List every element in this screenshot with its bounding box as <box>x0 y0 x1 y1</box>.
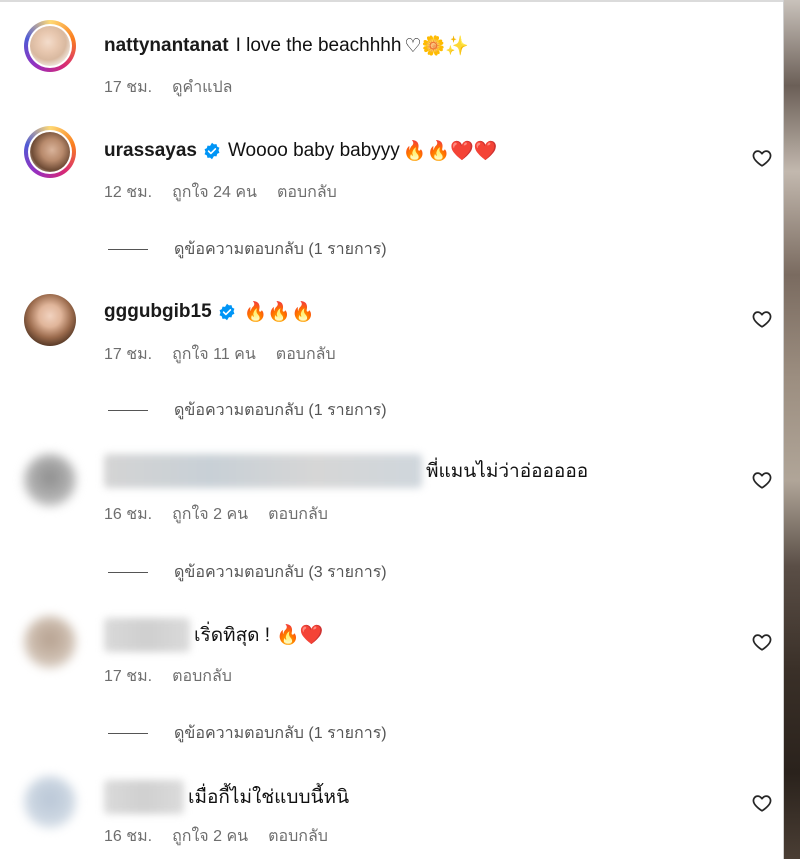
likes-count[interactable]: ถูกใจ 24 คน <box>172 180 257 205</box>
reply-button[interactable]: ตอบกลับ <box>172 664 232 689</box>
reply-button[interactable]: ตอบกลับ <box>277 180 337 205</box>
avatar[interactable] <box>24 294 76 346</box>
avatar[interactable] <box>24 20 76 72</box>
replies-divider <box>108 410 148 411</box>
avatar[interactable] <box>24 776 76 828</box>
background-photo-strip <box>784 0 800 859</box>
comment-emoji: 🔥🔥❤️❤️ <box>402 141 498 162</box>
comment-time: 16 ชม. <box>104 828 153 845</box>
heart-outline-icon[interactable] <box>751 308 773 330</box>
replies-divider <box>108 733 148 734</box>
view-replies-label: ดูข้อความตอบกลับ (1 รายการ) <box>174 402 387 419</box>
comment-time: 17 ชม. <box>104 668 153 685</box>
reply-button[interactable]: ตอบกลับ <box>276 342 336 367</box>
view-replies-button[interactable]: ดูข้อความตอบกลับ (3 รายการ) <box>108 560 387 585</box>
heart-outline-icon[interactable] <box>751 469 773 491</box>
comment-username[interactable]: nattynantanat <box>104 35 229 57</box>
view-replies-label: ดูข้อความตอบกลับ (3 รายการ) <box>174 564 387 581</box>
view-replies-button[interactable]: ดูข้อความตอบกลับ (1 รายการ) <box>108 721 387 746</box>
comment-text: I love the beachhhh <box>235 35 402 56</box>
comment-time: 16 ชม. <box>104 506 153 523</box>
likes-count[interactable]: ถูกใจ 2 คน <box>172 824 248 849</box>
comment-text: พี่แมนไม่ว่าอ่อออออ <box>426 461 589 482</box>
replies-divider <box>108 249 148 250</box>
redacted-username <box>104 780 184 814</box>
comment-text: Woooo baby babyyy <box>227 140 400 161</box>
comment-emoji: ♡🌼✨ <box>404 36 469 57</box>
comment-username[interactable]: gggubgib15 <box>104 301 212 323</box>
likes-count[interactable]: ถูกใจ 11 คน <box>172 342 256 367</box>
replies-divider <box>108 572 148 573</box>
view-replies-button[interactable]: ดูข้อความตอบกลับ (1 รายการ) <box>108 237 387 262</box>
heart-outline-icon[interactable] <box>751 792 773 814</box>
comment-text: เมื่อกี้ไม่ใช่แบบนี้หนิ <box>188 787 350 808</box>
view-replies-button[interactable]: ดูข้อความตอบกลับ (1 รายการ) <box>108 398 387 423</box>
comment-emoji: 🔥🔥🔥 <box>243 302 315 323</box>
comment-emoji: 🔥❤️ <box>276 625 324 646</box>
top-divider <box>0 0 784 2</box>
avatar[interactable] <box>24 126 76 178</box>
redacted-username <box>104 454 422 488</box>
comment-time: 17 ชม. <box>104 79 153 96</box>
comment-username[interactable]: urassayas <box>104 140 197 162</box>
avatar[interactable] <box>24 616 76 668</box>
reply-button[interactable]: ตอบกลับ <box>268 502 328 527</box>
avatar[interactable] <box>24 454 76 506</box>
see-translation-link[interactable]: ดูคำแปล <box>172 75 232 100</box>
verified-badge-icon <box>204 142 220 160</box>
heart-outline-icon[interactable] <box>751 147 773 169</box>
comment-time: 12 ชม. <box>104 184 153 201</box>
comment-text: เริ่ดทิสุด ! <box>194 625 271 646</box>
comment-time: 17 ชม. <box>104 346 153 363</box>
reply-button[interactable]: ตอบกลับ <box>268 824 328 849</box>
likes-count[interactable]: ถูกใจ 2 คน <box>172 502 248 527</box>
redacted-username <box>104 618 190 652</box>
view-replies-label: ดูข้อความตอบกลับ (1 รายการ) <box>174 725 387 742</box>
view-replies-label: ดูข้อความตอบกลับ (1 รายการ) <box>174 241 387 258</box>
heart-outline-icon[interactable] <box>751 631 773 653</box>
verified-badge-icon <box>219 303 235 321</box>
